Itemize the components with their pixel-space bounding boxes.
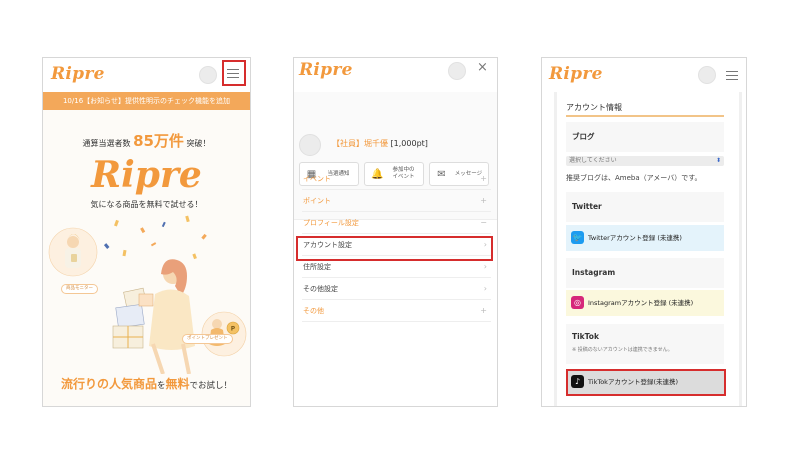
- tiktok-card: TikTok: [566, 324, 724, 364]
- highlight-box: [296, 236, 493, 261]
- menu-item-other[interactable]: その他 +: [302, 300, 491, 322]
- hamburger-icon[interactable]: [724, 69, 742, 83]
- instagram-label: Instagram: [572, 268, 616, 277]
- twitter-card: Twitter: [566, 192, 724, 222]
- tagline: 気になる商品を無料で試せる！: [90, 200, 203, 209]
- instagram-button-label: Instagramアカウント登録 (未連携): [588, 299, 694, 307]
- drawer-screen: Ripre × 【社員】堀千優 [1,000pt] ▦ 当選通知 🔔 参加中の …: [293, 57, 498, 407]
- badge-points: ポイントプレゼント: [182, 334, 233, 344]
- footer-tagline: 流行りの人気商品を無料でお試し！: [43, 375, 250, 392]
- plus-icon: +: [480, 196, 487, 205]
- avatar[interactable]: [698, 66, 716, 84]
- footer-part3: 無料: [165, 377, 190, 391]
- footer-part1: 流行りの人気商品: [60, 377, 157, 391]
- blog-select[interactable]: 選択してください ⬍: [566, 156, 724, 166]
- count-value: 85万件: [133, 132, 184, 150]
- plus-icon: +: [480, 174, 487, 183]
- select-arrow-icon: ⬍: [715, 157, 721, 164]
- hero-illustration: P: [48, 215, 247, 374]
- user-points: [1,000pt]: [390, 139, 428, 148]
- instagram-link-button[interactable]: ◎ Instagramアカウント登録 (未連携): [566, 290, 724, 316]
- footer-part4: でお試し！: [189, 381, 233, 391]
- hero: 通算当選者数 85万件 突破！ Ripre 気になる商品を無料で試せる！ P 商…: [43, 110, 250, 406]
- tiktok-label: TikTok: [572, 332, 599, 341]
- user-rank: 【社員】: [332, 139, 364, 148]
- menu-label: その他: [303, 307, 324, 315]
- hero-logo: Ripre: [91, 154, 202, 196]
- home-header: Ripre: [43, 58, 250, 92]
- avatar[interactable]: [199, 66, 217, 84]
- highlight-box: [222, 60, 246, 86]
- menu-item-profile[interactable]: プロフィール設定 −: [302, 212, 491, 234]
- section-underline: [566, 115, 724, 117]
- menu-label: イベント: [303, 175, 331, 183]
- blog-label: ブログ: [572, 132, 595, 141]
- blog-card: ブログ: [566, 122, 724, 152]
- count-prefix: 通算当選者数: [82, 139, 131, 148]
- tiktok-note: ※ 投稿のないアカウントは連携できません。: [572, 347, 673, 353]
- twitter-link-button[interactable]: 🐦 Twitterアカウント登録 (未連携): [566, 225, 724, 251]
- blog-note: 推奨ブログは、Ameba（アメーバ）です。: [566, 174, 702, 182]
- avatar[interactable]: [448, 62, 466, 80]
- profile-name: 【社員】堀千優 [1,000pt]: [332, 138, 428, 149]
- badge-monitor: 商品モニター: [61, 284, 98, 294]
- svg-text:P: P: [231, 326, 236, 333]
- count-suffix: 突破！: [186, 139, 211, 148]
- section-title: アカウント情報: [566, 103, 622, 112]
- twitter-label: Twitter: [572, 202, 602, 211]
- menu-label: 住所設定: [303, 263, 331, 271]
- menu-item-other-settings[interactable]: その他設定 ›: [302, 278, 491, 300]
- twitter-icon: 🐦: [571, 231, 584, 244]
- menu-label: ポイント: [303, 197, 331, 205]
- chevron-right-icon: ›: [483, 284, 487, 293]
- highlight-box: [566, 369, 726, 396]
- instagram-card: Instagram: [566, 258, 724, 288]
- footer-part2: を: [156, 381, 166, 391]
- avatar[interactable]: [299, 134, 321, 156]
- ripre-logo[interactable]: Ripre: [51, 64, 105, 84]
- close-icon[interactable]: ×: [477, 60, 488, 75]
- twitter-button-label: Twitterアカウント登録 (未連携): [588, 234, 682, 242]
- menu-item-points[interactable]: ポイント +: [302, 190, 491, 212]
- minus-icon: −: [480, 218, 487, 227]
- scroll-gutter: [554, 92, 557, 406]
- menu-label: プロフィール設定: [303, 219, 359, 227]
- drawer-header: Ripre ×: [294, 58, 497, 92]
- news-banner[interactable]: 10/16【お知らせ】提供性明示のチェック機能を追加: [43, 92, 250, 110]
- ripre-logo[interactable]: Ripre: [299, 60, 353, 80]
- select-placeholder: 選択してください: [569, 157, 617, 164]
- scrollbar[interactable]: [739, 92, 742, 406]
- account-screen: Ripre アカウント情報 ブログ 選択してください ⬍ 推奨ブログは、Ameb…: [541, 57, 747, 407]
- instagram-icon: ◎: [571, 296, 584, 309]
- user-name: 堀千優: [364, 139, 388, 148]
- plus-icon: +: [480, 306, 487, 315]
- winner-count: 通算当選者数 85万件 突破！: [43, 130, 250, 151]
- ripre-logo[interactable]: Ripre: [549, 64, 603, 84]
- menu-item-event[interactable]: イベント +: [302, 168, 491, 190]
- home-screen: Ripre 10/16【お知らせ】提供性明示のチェック機能を追加 通算当選者数 …: [42, 57, 251, 407]
- account-header: Ripre: [542, 58, 746, 92]
- menu-label: その他設定: [303, 285, 338, 293]
